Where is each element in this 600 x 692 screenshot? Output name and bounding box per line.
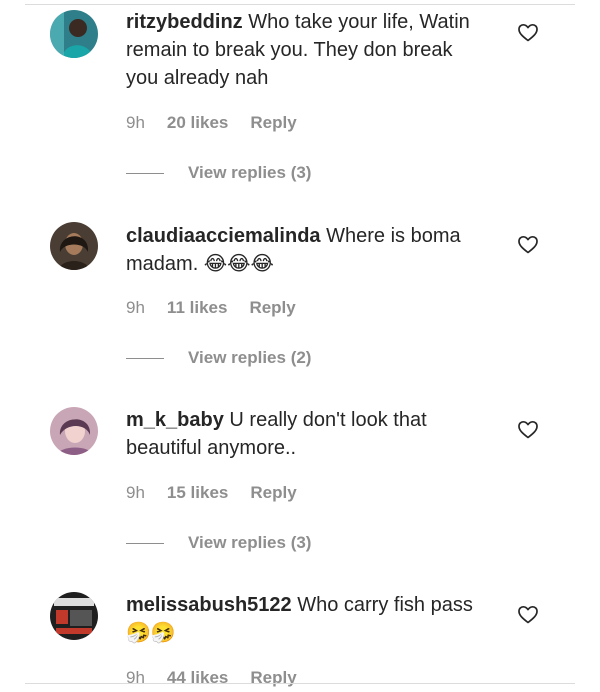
comment-username[interactable]: melissabush5122 [126,594,292,616]
reply-button[interactable]: Reply [249,298,295,318]
comment-time: 9h [126,298,145,317]
reply-button[interactable]: Reply [250,668,296,688]
replies-dash [126,172,164,174]
avatar[interactable] [50,10,98,58]
likes-count[interactable]: 44 likes [167,668,228,688]
avatar[interactable] [50,407,98,455]
heart-icon[interactable] [516,417,540,441]
heart-icon[interactable] [516,20,540,44]
likes-count[interactable]: 11 likes [167,298,228,318]
view-replies-button[interactable]: View replies (3) [126,163,311,183]
top-divider [25,4,575,5]
replies-dash [126,542,164,544]
avatar[interactable] [50,222,98,270]
likes-count[interactable]: 15 likes [167,483,228,503]
comment-username[interactable]: ritzybeddinz [126,11,243,33]
replies-dash [126,357,164,359]
comment-time: 9h [126,483,145,502]
comment-username[interactable]: claudiaacciemalinda [126,225,321,247]
reply-button[interactable]: Reply [250,113,296,133]
view-replies-button[interactable]: View replies (2) [126,348,311,368]
bottom-divider [25,683,575,684]
view-replies-label: View replies (2) [188,348,312,367]
comment-time: 9h [126,668,145,687]
comment-time: 9h [126,113,145,132]
view-replies-button[interactable]: View replies (3) [126,533,311,553]
view-replies-label: View replies (3) [188,533,312,552]
view-replies-label: View replies (3) [188,163,312,182]
comment-username[interactable]: m_k_baby [126,409,224,431]
avatar[interactable] [50,592,98,640]
heart-icon[interactable] [516,602,540,626]
heart-icon[interactable] [516,232,540,256]
likes-count[interactable]: 20 likes [167,113,228,133]
reply-button[interactable]: Reply [250,483,296,503]
